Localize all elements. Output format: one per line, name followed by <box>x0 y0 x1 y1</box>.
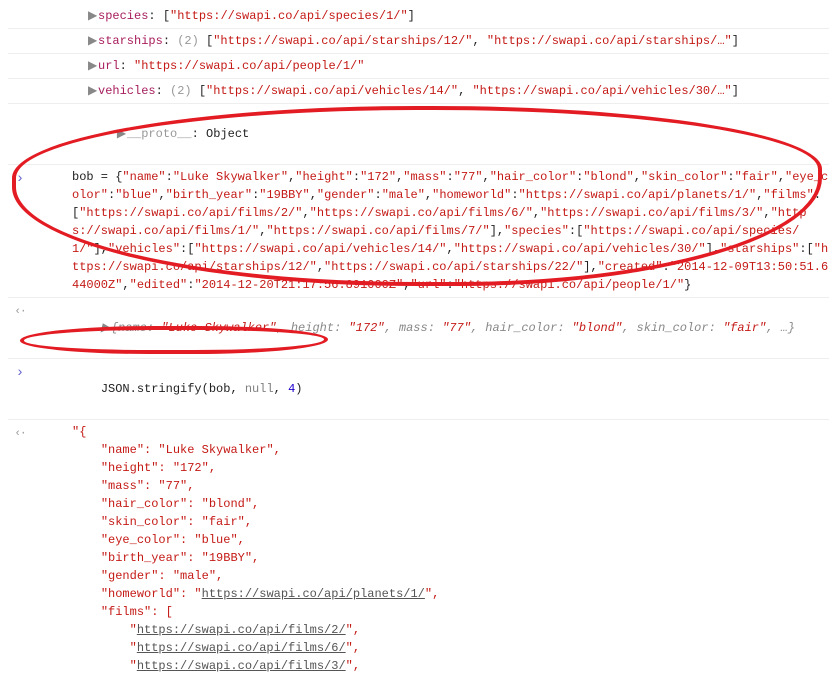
input-chevron-icon <box>8 168 32 190</box>
stringify-call-code: JSON.stringify(bob, null, 4) <box>32 362 829 416</box>
input-chevron-icon <box>8 362 32 384</box>
console-input-stringify[interactable]: JSON.stringify(bob, null, 4) <box>8 358 829 419</box>
gutter <box>8 7 32 8</box>
console-output-bob[interactable]: ▶{name: "Luke Skywalker", height: "172",… <box>8 297 829 358</box>
proto-value: Object <box>206 127 249 141</box>
expand-triangle-icon[interactable]: ▶ <box>117 125 127 143</box>
gutter <box>8 32 32 33</box>
console-input-bob[interactable]: bob = {"name":"Luke Skywalker","height":… <box>8 164 829 297</box>
url-link[interactable]: https://swapi.co/api/films/3/ <box>137 659 346 673</box>
property-key: vehicles <box>98 84 156 98</box>
proto-row[interactable]: ▶__proto__: Object <box>8 103 829 164</box>
object-preview: {name: "Luke Skywalker", height: "172", … <box>111 321 795 335</box>
object-property-row[interactable]: ▶vehicles: (2) ["https://swapi.co/api/ve… <box>8 78 829 103</box>
output-chevron-icon <box>8 301 32 321</box>
expand-triangle-icon[interactable]: ▶ <box>88 57 98 75</box>
object-property-row[interactable]: ▶species: ["https://swapi.co/api/species… <box>8 4 829 28</box>
property-key: url <box>98 59 120 73</box>
output-open: "{ <box>72 425 86 439</box>
url-link[interactable]: https://swapi.co/api/planets/1/ <box>202 587 425 601</box>
url-link[interactable]: https://swapi.co/api/films/6/ <box>137 641 346 655</box>
output-chevron-icon <box>8 423 32 443</box>
property-value: "https://swapi.co/api/people/1/" <box>134 59 364 73</box>
gutter <box>8 57 32 58</box>
object-property-row[interactable]: ▶starships: (2) ["https://swapi.co/api/s… <box>8 28 829 53</box>
bob-assignment-code: bob = {"name":"Luke Skywalker","height":… <box>32 168 829 294</box>
expand-triangle-icon[interactable]: ▶ <box>88 7 98 25</box>
console-output-stringify[interactable]: "{ "name": "Luke Skywalker", "height": "… <box>8 419 829 678</box>
property-key: starships <box>98 34 163 48</box>
proto-key: __proto__ <box>127 127 192 141</box>
object-property-row[interactable]: ▶url: "https://swapi.co/api/people/1/" <box>8 53 829 78</box>
gutter <box>8 82 32 83</box>
expand-triangle-icon[interactable]: ▶ <box>101 319 111 337</box>
expand-triangle-icon[interactable]: ▶ <box>88 32 98 50</box>
url-link[interactable]: https://swapi.co/api/films/2/ <box>137 623 346 637</box>
gutter <box>8 107 32 108</box>
expand-triangle-icon[interactable]: ▶ <box>88 82 98 100</box>
stringify-output: "{ "name": "Luke Skywalker", "height": "… <box>32 423 829 675</box>
property-key: species <box>98 9 148 23</box>
